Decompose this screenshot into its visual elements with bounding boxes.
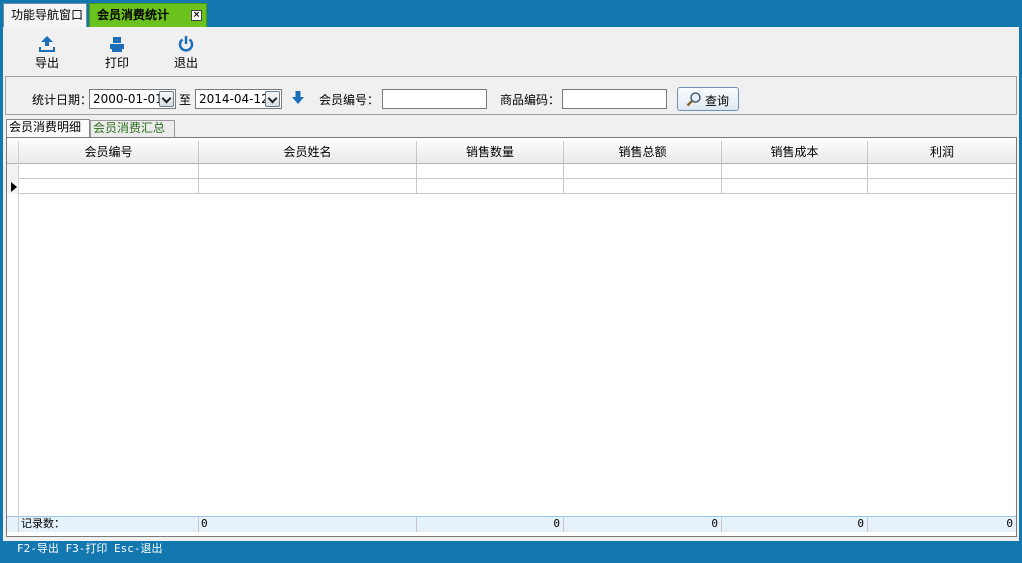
member-id-input[interactable] (382, 89, 487, 109)
status-bar: F2-导出 F3-打印 Esc-退出 (3, 541, 1019, 558)
subtab-label: 会员消费明细 (9, 120, 82, 134)
table-cell[interactable] (417, 164, 564, 179)
table-row[interactable] (7, 179, 1016, 194)
footer-sales-cost-total: 0 (722, 517, 868, 532)
window-tab-strip: 功能导航窗口 会员消费统计 × (0, 0, 1022, 27)
query-label: 查询 (705, 94, 730, 108)
footer-corner (7, 517, 19, 532)
arrow-down-icon[interactable] (292, 91, 304, 105)
footer-sales-total-sum: 0 (564, 517, 722, 532)
data-grid[interactable]: 会员编号 会员姓名 销售数量 销售总额 销售成本 利润 记录数： 0 0 0 0… (6, 137, 1017, 537)
dropdown-arrow-icon[interactable] (265, 91, 280, 107)
tab-function-navigation[interactable]: 功能导航窗口 (3, 3, 87, 27)
export-label: 导出 (34, 56, 59, 70)
table-row[interactable] (7, 164, 1016, 179)
export-button[interactable]: 导出 (27, 35, 67, 71)
table-cell[interactable] (564, 164, 722, 179)
table-cell[interactable] (722, 179, 868, 194)
exit-label: 退出 (173, 56, 198, 70)
power-icon (178, 36, 194, 52)
grid-header: 会员编号 会员姓名 销售数量 销售总额 销售成本 利润 (7, 141, 1016, 164)
main-panel: 导出 打印 退出 统计日期： 2000-01-01 至 2014-04-12 会… (3, 27, 1019, 541)
end-date-picker[interactable]: 2014-04-12 (195, 89, 282, 109)
dropdown-arrow-icon[interactable] (159, 91, 174, 107)
column-header-member-id[interactable]: 会员编号 (19, 141, 199, 163)
column-header-profit[interactable]: 利润 (868, 141, 1016, 163)
row-indicator-column (7, 141, 19, 516)
start-date-picker[interactable]: 2000-01-01 (89, 89, 176, 109)
toolbar: 导出 打印 退出 (3, 27, 1019, 73)
footer-profit-total: 0 (1006, 517, 1013, 530)
record-count-label: 记录数： (19, 517, 199, 532)
end-date-value: 2014-04-12 (199, 92, 269, 106)
column-header-sales-cost[interactable]: 销售成本 (722, 141, 868, 163)
footer-sales-quantity-total: 0 (417, 517, 564, 532)
column-header-sales-quantity[interactable]: 销售数量 (417, 141, 564, 163)
footer-member-name-total: 0 (199, 517, 417, 532)
table-cell[interactable] (722, 164, 868, 179)
filter-panel: 统计日期： 2000-01-01 至 2014-04-12 会员编号： 商品编码… (5, 76, 1017, 115)
tab-member-consumption-summary[interactable]: 会员消费汇总 (90, 120, 175, 137)
export-icon (39, 36, 55, 52)
table-cell[interactable] (564, 179, 722, 194)
magnifier-icon (686, 92, 701, 107)
query-button[interactable]: 查询 (677, 87, 739, 111)
column-header-member-name[interactable]: 会员姓名 (199, 141, 417, 163)
close-icon[interactable]: × (191, 10, 202, 21)
table-cell[interactable] (199, 179, 417, 194)
product-code-label: 商品编码： (500, 93, 561, 107)
exit-button[interactable]: 退出 (166, 35, 206, 71)
table-cell[interactable] (19, 164, 199, 179)
member-id-label: 会员编号： (319, 93, 380, 107)
grid-footer: 记录数： 0 0 0 0 0 (7, 516, 1016, 532)
tab-member-consumption-stats[interactable]: 会员消费统计 × (89, 3, 207, 27)
start-date-value: 2000-01-01 (93, 92, 163, 106)
print-label: 打印 (104, 56, 129, 70)
to-label: 至 (179, 93, 192, 107)
tab-label: 会员消费统计 (97, 8, 170, 22)
print-button[interactable]: 打印 (97, 35, 137, 71)
subtab-label: 会员消费汇总 (93, 121, 166, 135)
product-code-input[interactable] (562, 89, 667, 109)
print-icon (110, 37, 124, 52)
table-cell[interactable] (19, 179, 199, 194)
date-label: 统计日期： (32, 93, 93, 107)
table-cell[interactable] (199, 164, 417, 179)
table-cell[interactable] (417, 179, 564, 194)
column-header-sales-total[interactable]: 销售总额 (564, 141, 722, 163)
tab-label: 功能导航窗口 (11, 8, 84, 22)
tab-member-consumption-detail[interactable]: 会员消费明细 (6, 119, 90, 137)
